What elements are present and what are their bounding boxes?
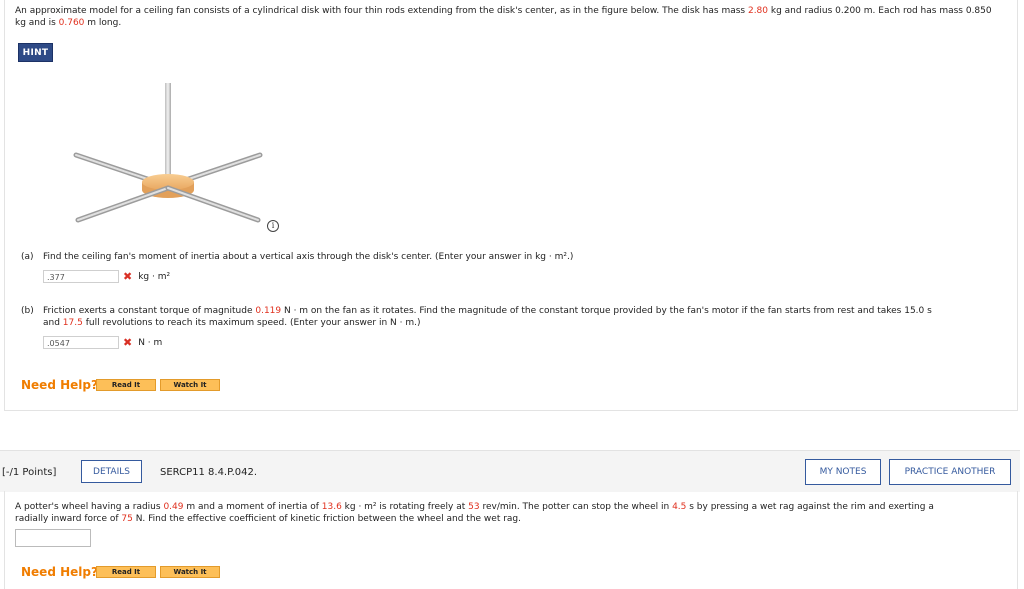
need-help-label: Need Help?: [21, 378, 98, 392]
prompt-text: radially inward force of: [15, 514, 122, 524]
radius-value: 0.49: [163, 502, 184, 512]
prompt-text: A potter's wheel having a radius: [15, 502, 164, 512]
question-id: SERCP11 8.4.P.042.: [160, 467, 258, 478]
revolutions-value: 17.5: [62, 318, 83, 328]
problem-2-answer-input[interactable]: [15, 529, 91, 547]
inertia-value: 13.6: [321, 502, 342, 512]
problem-2-prompt: A potter's wheel having a radius 0.49 m …: [15, 501, 1005, 525]
read-it-button[interactable]: Read It: [96, 566, 156, 578]
friction-torque-value: 0.119: [255, 306, 282, 316]
problem-2-header: [-/1 Points] DETAILS SERCP11 8.4.P.042. …: [0, 450, 1020, 492]
incorrect-x-icon: ✖: [123, 270, 133, 283]
problem-1-prompt: An approximate model for a ceiling fan c…: [15, 5, 1005, 29]
part-b-text: N · m on the fan as it rotates. Find the…: [281, 306, 932, 316]
prompt-text: An approximate model for a ceiling fan c…: [15, 6, 748, 16]
part-a-answer-input[interactable]: .377: [43, 270, 119, 283]
fan-pole: [165, 83, 171, 183]
prompt-text: rev/min. The potter can stop the wheel i…: [479, 502, 673, 512]
watch-it-button[interactable]: Watch It: [160, 379, 220, 391]
part-a-answer-row: .377 ✖ kg · m²: [43, 270, 170, 283]
need-help-label: Need Help?: [21, 565, 98, 579]
watch-it-button[interactable]: Watch It: [160, 566, 220, 578]
part-b-text: Friction exerts a constant torque of mag…: [43, 306, 256, 316]
details-button[interactable]: DETAILS: [81, 460, 142, 483]
time-value: 4.5: [672, 502, 687, 512]
disk-mass-value: 2.80: [747, 6, 769, 16]
part-b-question: (b) Friction exerts a constant torque of …: [21, 305, 1011, 329]
practice-another-button[interactable]: PRACTICE ANOTHER: [889, 459, 1011, 485]
prompt-text: m long.: [84, 18, 122, 28]
hint-button[interactable]: HINT: [18, 43, 53, 62]
rod-length-value: 0.760: [58, 18, 85, 28]
part-a-label: (a): [21, 252, 34, 262]
part-b-label: (b): [21, 306, 34, 316]
info-icon[interactable]: i: [267, 220, 279, 232]
part-b-text: and: [43, 318, 63, 328]
prompt-text: kg · m² is rotating freely at: [341, 502, 469, 512]
part-b-text: full revolutions to reach its maximum sp…: [82, 318, 421, 328]
part-a-question: (a) Find the ceiling fan's moment of iner…: [21, 251, 573, 263]
read-it-button[interactable]: Read It: [96, 379, 156, 391]
prompt-text: N. Find the effective coefficient of kin…: [132, 514, 521, 524]
part-b-answer-input[interactable]: .0547: [43, 336, 119, 349]
incorrect-x-icon: ✖: [123, 336, 133, 349]
speed-value: 53: [468, 502, 480, 512]
prompt-text: s by pressing a wet rag against the rim …: [686, 502, 934, 512]
prompt-text: m and a moment of inertia of: [183, 502, 322, 512]
points-label: [-/1 Points]: [2, 467, 57, 478]
force-value: 75: [121, 514, 133, 524]
ceiling-fan-figure: [73, 83, 263, 223]
part-a-unit: kg · m²: [138, 271, 171, 282]
part-a-text: Find the ceiling fan's moment of inertia…: [43, 252, 574, 262]
my-notes-button[interactable]: MY NOTES: [805, 459, 881, 485]
part-b-answer-row: .0547 ✖ N · m: [43, 336, 162, 349]
part-b-unit: N · m: [138, 337, 163, 348]
